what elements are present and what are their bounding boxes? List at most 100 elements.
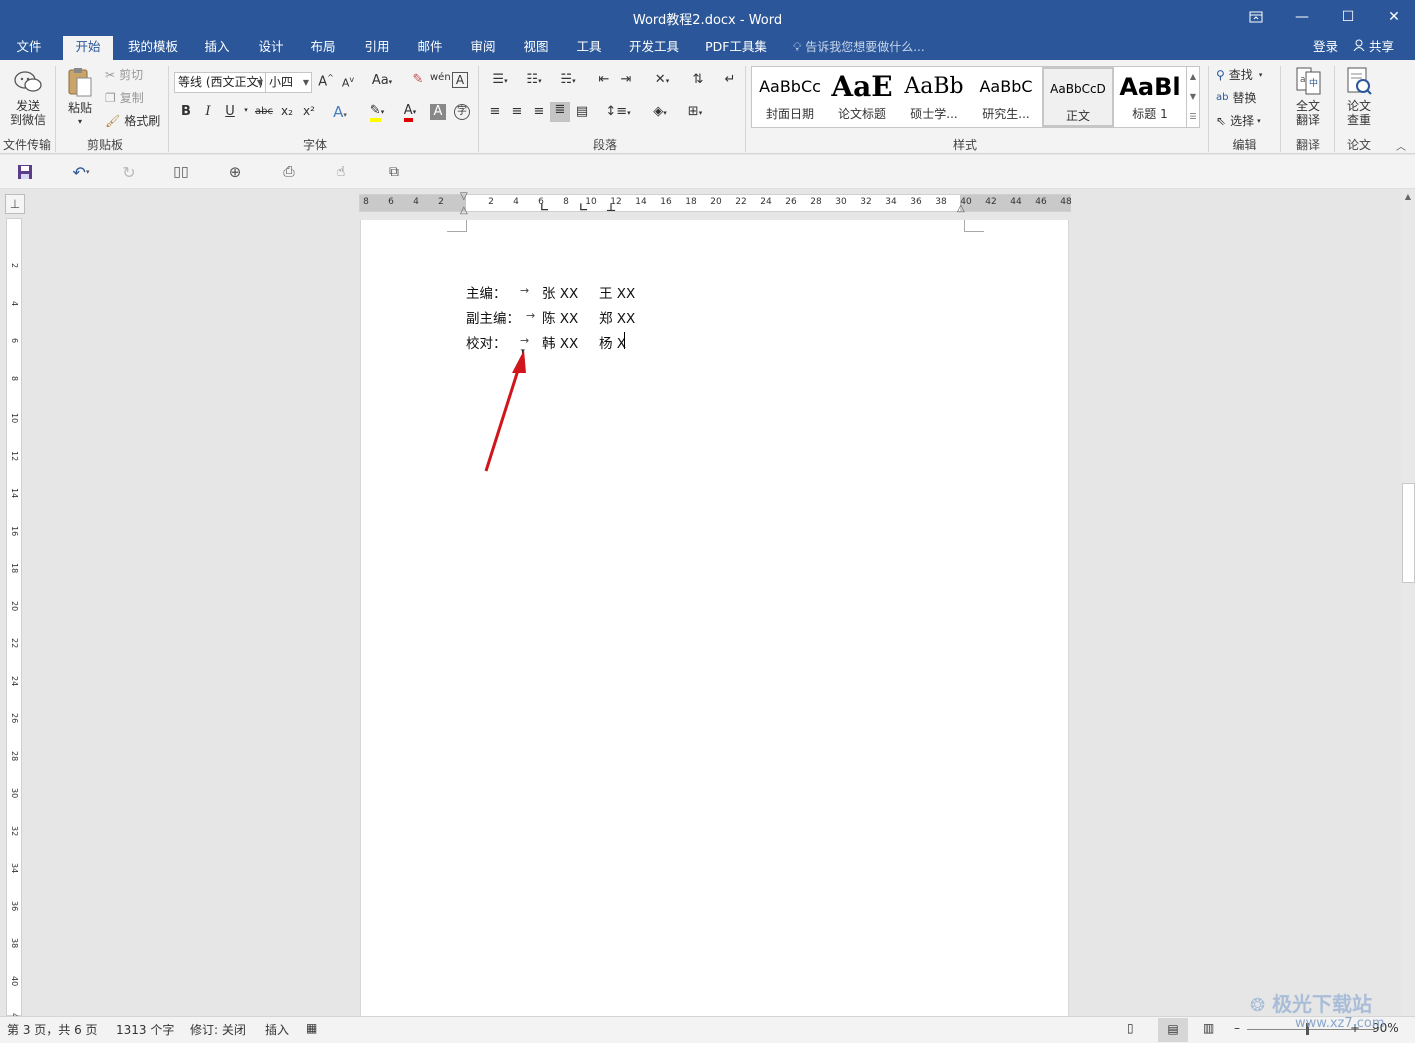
tab-design[interactable]: 设计 <box>250 36 292 60</box>
full-translate-button[interactable]: a中 全文 翻译 <box>1286 66 1330 127</box>
send-to-wechat-button[interactable]: 发送 到微信 <box>6 68 50 127</box>
hanging-indent-marker[interactable]: △ <box>460 205 468 216</box>
style-graduate[interactable]: AaBbC 研究生... <box>970 67 1042 127</box>
chevron-up-icon[interactable]: ▲ <box>1187 67 1199 87</box>
align-center-button[interactable]: ≡ <box>507 104 527 119</box>
bold-button[interactable]: B <box>176 104 196 119</box>
style-cover-date[interactable]: AaBbCc 封面日期 <box>754 67 826 127</box>
read-mode-button[interactable]: ▯▯ <box>170 162 192 182</box>
grow-font-button[interactable]: A^ <box>316 73 336 89</box>
shading-button[interactable]: ◈▾ <box>645 104 675 119</box>
web-layout-view-icon[interactable]: ▥ <box>1203 1021 1214 1035</box>
right-indent-marker[interactable]: △ <box>957 203 965 214</box>
chevron-up-icon[interactable]: ▲ <box>1401 192 1415 201</box>
save-button[interactable] <box>14 162 36 182</box>
subscript-button[interactable]: x₂ <box>277 104 297 118</box>
tab-tools[interactable]: 工具 <box>568 36 610 60</box>
tab-stop-marker[interactable]: ⊥ <box>606 201 616 214</box>
style-master-thesis[interactable]: AaBb 硕士学... <box>898 67 970 127</box>
bullets-button[interactable]: ☰▾ <box>485 72 515 87</box>
copy-button[interactable]: ❐ 复制 <box>105 89 144 106</box>
strikethrough-button[interactable]: abc <box>253 106 275 117</box>
print-preview-button[interactable]: ⎙ <box>278 162 300 182</box>
vertical-scrollbar[interactable]: ▲ <box>1401 190 1415 1016</box>
font-size-combo[interactable]: 小四 ▼ <box>265 72 312 93</box>
line-spacing-button[interactable]: ↕≡▾ <box>603 104 633 119</box>
login-link[interactable]: 登录 <box>1313 36 1338 58</box>
minimize-button[interactable]: — <box>1279 0 1325 33</box>
tab-mailings[interactable]: 邮件 <box>409 36 451 60</box>
track-changes-status[interactable]: 修订: 关闭 <box>190 1021 246 1038</box>
phonetic-guide-button[interactable]: wén <box>430 72 451 83</box>
scrollbar-thumb[interactable] <box>1402 483 1415 583</box>
read-mode-view-icon[interactable]: ▯ <box>1127 1021 1134 1035</box>
tab-stop-marker[interactable]: ∟ <box>540 201 549 214</box>
share-button[interactable]: 共享 <box>1353 36 1394 58</box>
style-heading-1[interactable]: AaBl 标题 1 <box>1114 67 1186 127</box>
tab-selector-button[interactable]: ⊥ <box>5 194 25 214</box>
find-button[interactable]: ⚲ 查找 ▾ <box>1216 66 1262 83</box>
clear-formatting-button[interactable]: ✎ <box>408 72 428 87</box>
tab-home[interactable]: 开始 <box>63 36 113 60</box>
decrease-indent-button[interactable]: ⇤ <box>594 72 614 87</box>
horizontal-ruler[interactable]: 8 6 4 2 2 4 6 8 10 12 14 16 18 20 22 24 26 28 30 32 34 36 38 40… <box>359 191 1072 216</box>
highlight-button[interactable]: ✎▾ <box>363 103 391 122</box>
web-button[interactable]: ⊕ <box>224 162 246 182</box>
tab-insert[interactable]: 插入 <box>196 36 238 60</box>
page-count[interactable]: 第 3 页，共 6 页 <box>7 1021 98 1038</box>
maximize-button[interactable]: ☐ <box>1325 0 1371 33</box>
italic-button[interactable]: I <box>198 104 218 119</box>
vertical-ruler[interactable]: 24681012141618202224262830323436384042 <box>6 218 22 1023</box>
style-normal[interactable]: AaBbCcD 正文 <box>1042 67 1114 127</box>
shrink-font-button[interactable]: Av <box>338 75 358 90</box>
character-border-button[interactable]: A <box>452 72 468 88</box>
tab-pdf-tools[interactable]: PDF工具集 <box>700 36 772 60</box>
select-button[interactable]: ⇖ 选择 ▾ <box>1216 112 1261 129</box>
customize-button[interactable]: ⧉ <box>383 162 405 182</box>
superscript-button[interactable]: x² <box>299 104 319 118</box>
align-left-button[interactable]: ≡ <box>485 104 505 119</box>
print-layout-view-icon[interactable]: ▤ <box>1158 1018 1188 1042</box>
macro-icon[interactable]: ▦ <box>306 1021 317 1035</box>
more-styles-icon[interactable]: ☰ <box>1187 107 1199 127</box>
paste-button[interactable]: 粘贴 ▾ <box>62 66 98 129</box>
align-right-button[interactable]: ≡ <box>529 104 549 119</box>
insert-mode[interactable]: 插入 <box>265 1021 289 1038</box>
tab-view[interactable]: 视图 <box>515 36 557 60</box>
distributed-button[interactable]: ▤ <box>572 104 592 119</box>
ribbon-display-options-button[interactable] <box>1233 0 1279 33</box>
tab-references[interactable]: 引用 <box>356 36 398 60</box>
sort-button[interactable]: ⇅ <box>688 72 708 87</box>
tab-file[interactable]: 文件 <box>8 36 50 60</box>
touch-mode-button[interactable]: ☝ <box>330 162 352 182</box>
character-shading-button[interactable]: A <box>430 104 446 120</box>
chinese-layout-button[interactable]: ✕▾ <box>648 72 676 87</box>
multilevel-list-button[interactable]: ☵▾ <box>553 72 583 87</box>
numbering-button[interactable]: ☷▾ <box>519 72 549 87</box>
close-button[interactable]: ✕ <box>1371 0 1415 33</box>
tab-review[interactable]: 审阅 <box>462 36 504 60</box>
cut-button[interactable]: ✂ 剪切 <box>105 66 143 83</box>
increase-indent-button[interactable]: ⇥ <box>616 72 636 87</box>
font-color-button[interactable]: A▾ <box>396 103 424 122</box>
styles-gallery-scroll[interactable]: ▲ ▼ ☰ <box>1187 66 1200 128</box>
chevron-down-icon[interactable]: ▼ <box>1187 87 1199 107</box>
replace-button[interactable]: ab 替换 <box>1216 89 1257 106</box>
redo-button[interactable]: ↻ <box>118 162 140 182</box>
undo-button[interactable]: ↶ ▾ <box>64 162 98 182</box>
zoom-out-button[interactable]: – <box>1234 1021 1240 1035</box>
collapse-ribbon-icon[interactable]: ︿ <box>1396 138 1406 153</box>
tell-me-search[interactable]: 💡︎ 告诉我您想要做什么... <box>793 36 925 58</box>
plagiarism-check-button[interactable]: 论文 查重 <box>1338 66 1380 127</box>
show-marks-button[interactable]: ↵ <box>720 72 740 87</box>
word-count[interactable]: 1313 个字 <box>116 1021 174 1038</box>
justify-button[interactable]: ≣ <box>550 102 570 122</box>
change-case-button[interactable]: Aa▾ <box>368 73 396 88</box>
tab-developer[interactable]: 开发工具 <box>624 36 684 60</box>
text-effects-button[interactable]: A▾ <box>330 103 350 121</box>
tab-stop-marker[interactable]: ∟ <box>579 201 588 214</box>
format-painter-button[interactable]: 🖌︎ 格式刷 <box>105 112 160 129</box>
first-line-indent-marker[interactable]: ▽ <box>460 191 468 202</box>
style-paper-title[interactable]: AaE 论文标题 <box>826 67 898 127</box>
font-name-combo[interactable]: 等线 (西文正文) ▼ <box>174 72 266 93</box>
